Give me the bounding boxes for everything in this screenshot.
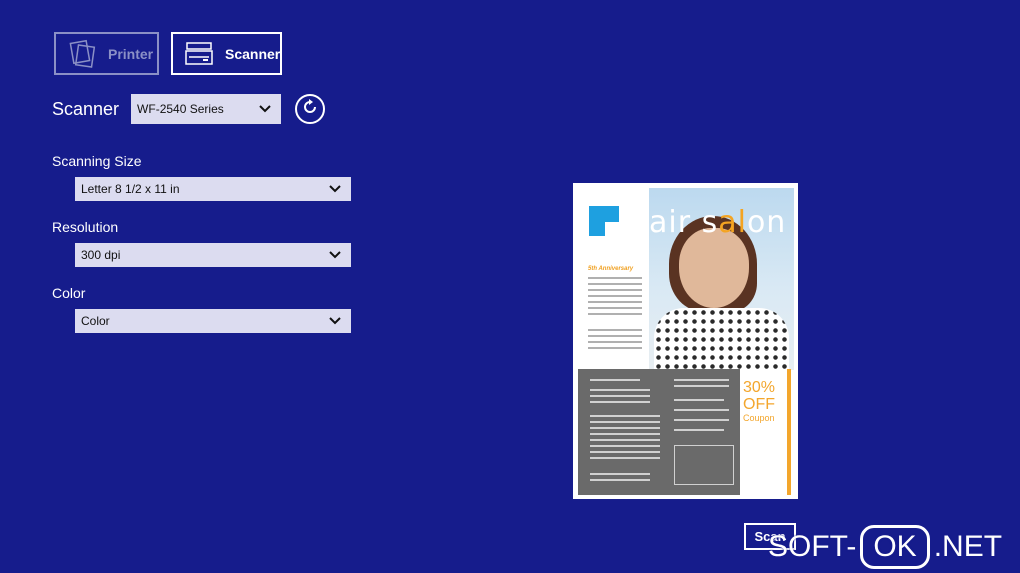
preview-map: [674, 445, 734, 485]
preview-price-panel: [578, 369, 740, 495]
preview-text-line: [588, 347, 642, 349]
chevron-down-icon: [329, 182, 341, 196]
preview-text-line: [588, 329, 642, 331]
preview-price-line: [590, 445, 660, 447]
preview-text-line: [588, 335, 642, 337]
color-label: Color: [52, 285, 86, 301]
watermark-right: .NET: [933, 530, 1003, 563]
preview-price-line: [674, 385, 729, 387]
preview-coupon-off: OFF: [743, 396, 775, 413]
printer-mode-label: Printer: [108, 45, 154, 62]
preview-price-line: [590, 451, 660, 453]
scanning-size-label: Scanning Size: [52, 153, 142, 169]
preview-text-line: [588, 295, 642, 297]
scanner-select-value: WF-2540 Series: [137, 102, 224, 116]
preview-orange-bar: [787, 369, 791, 495]
scanning-size-select[interactable]: Letter 8 1/2 x 11 in: [75, 177, 351, 201]
printer-icon: [66, 39, 98, 69]
preview-anniversary: 5th Anniversary: [588, 266, 634, 272]
preview-price-line: [674, 399, 724, 401]
preview-logo-inner: [605, 222, 621, 238]
scanner-select[interactable]: WF-2540 Series: [131, 94, 282, 124]
preview-text-line: [588, 301, 642, 303]
preview-text-line: [588, 277, 642, 279]
preview-price-line: [590, 439, 660, 441]
preview-price-line: [674, 409, 729, 411]
preview-title-part2: al: [718, 205, 747, 240]
preview-face: [679, 228, 749, 308]
scanner-label: Scanner: [52, 98, 120, 119]
preview-price-line: [674, 419, 729, 421]
preview-price-line: [674, 429, 724, 431]
preview-dress: [654, 308, 789, 370]
refresh-icon: [301, 98, 319, 121]
color-value: Color: [81, 314, 110, 328]
preview-price-line: [590, 401, 650, 403]
resolution-label: Resolution: [52, 219, 119, 235]
preview-text-line: [588, 283, 642, 285]
resolution-value: 300 dpi: [81, 248, 121, 262]
preview-coupon-pct: 30%: [743, 379, 776, 396]
scanner-mode-label: Scanner: [225, 45, 281, 62]
scanner-icon: [183, 39, 215, 69]
chevron-down-icon: [329, 248, 341, 262]
preview-price-line: [590, 379, 640, 381]
preview-text-line: [588, 341, 642, 343]
preview-text-line: [588, 289, 642, 291]
preview-coupon-word: Coupon: [743, 413, 775, 423]
chevron-down-icon: [259, 102, 271, 116]
preview-price-line: [590, 415, 660, 417]
chevron-down-icon: [329, 314, 341, 328]
preview-text-line: [588, 307, 642, 309]
scan-preview: hair salon 5th Anniversary 30% OFF Coupo…: [573, 183, 798, 499]
preview-title-part3: on: [746, 205, 787, 240]
preview-price-line: [590, 421, 660, 423]
scanner-mode-button[interactable]: Scanner: [171, 32, 282, 75]
preview-price-line: [674, 379, 729, 381]
watermark: SOFT- OK .NET: [768, 524, 1002, 570]
resolution-select[interactable]: 300 dpi: [75, 243, 351, 267]
preview-price-line: [590, 395, 650, 397]
preview-price-line: [590, 473, 650, 475]
preview-title-part1: hair s: [629, 205, 719, 240]
refresh-button[interactable]: [295, 94, 325, 124]
preview-title: hair salon: [629, 205, 786, 240]
watermark-box: OK: [860, 525, 930, 569]
preview-text-line: [588, 313, 642, 315]
preview-price-line: [590, 457, 660, 459]
color-select[interactable]: Color: [75, 309, 351, 333]
watermark-left: SOFT-: [768, 530, 857, 563]
scanning-size-value: Letter 8 1/2 x 11 in: [81, 182, 180, 196]
scanner-row: Scanner WF-2540 Series: [52, 94, 282, 124]
preview-coupon: 30% OFF Coupon: [743, 379, 775, 423]
preview-price-line: [590, 427, 660, 429]
preview-price-line: [590, 433, 660, 435]
printer-mode-button[interactable]: Printer: [54, 32, 159, 75]
preview-price-line: [590, 389, 650, 391]
preview-price-line: [590, 479, 650, 481]
